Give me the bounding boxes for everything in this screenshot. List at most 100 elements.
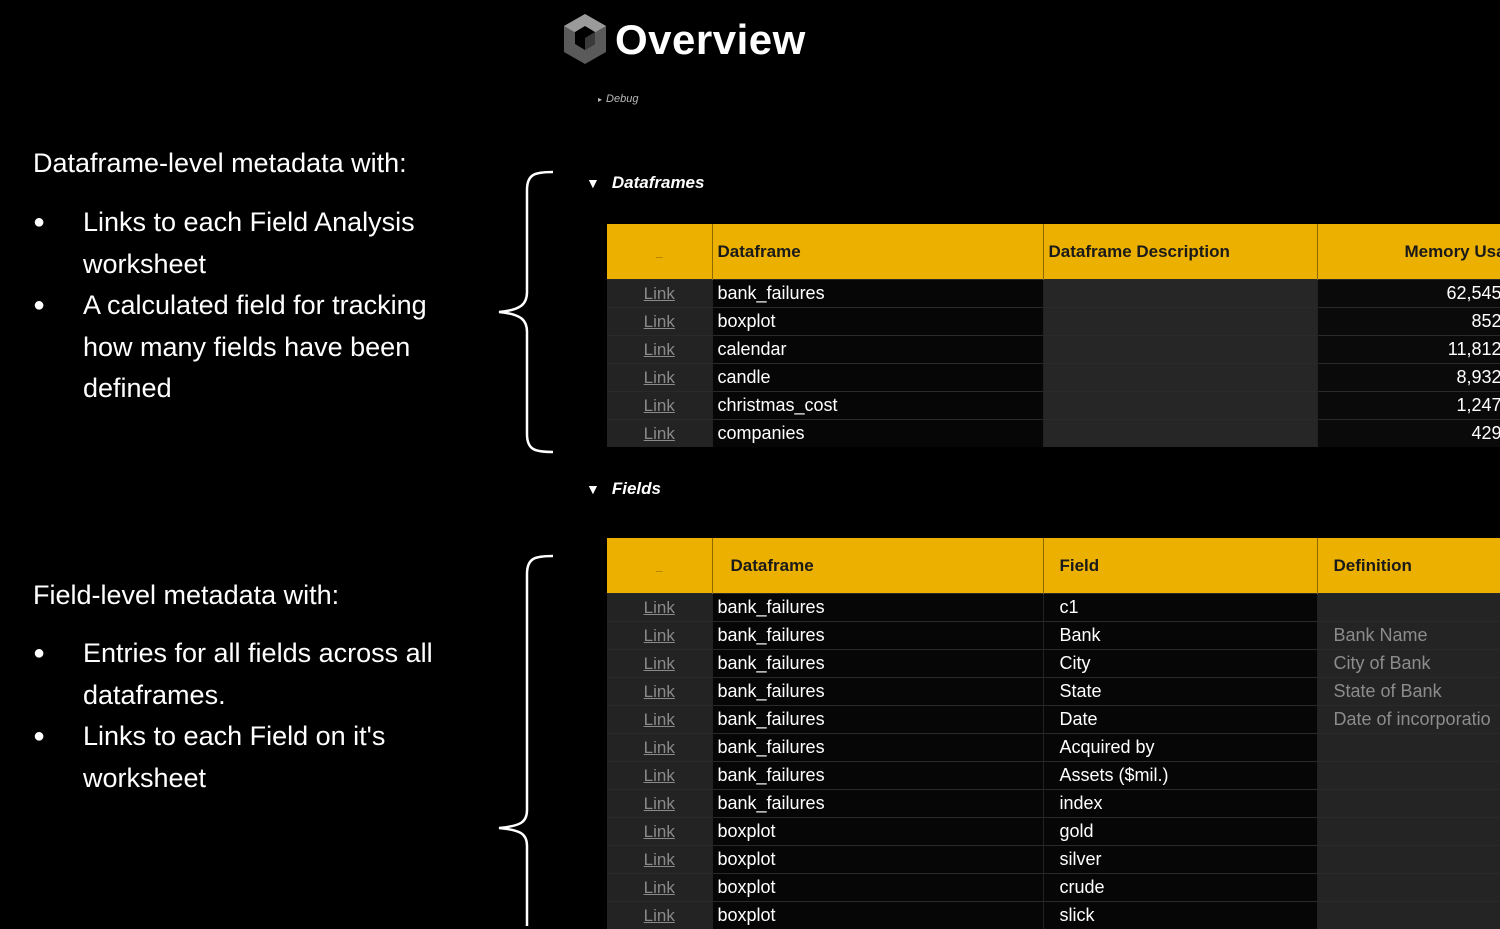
page-title: Overview bbox=[615, 16, 806, 64]
dataframe-cell[interactable]: bank_failures bbox=[712, 678, 1043, 706]
definition-cell[interactable] bbox=[1317, 846, 1500, 874]
dataframe-cell[interactable]: boxplot bbox=[712, 874, 1043, 902]
row-link[interactable]: Link bbox=[607, 846, 712, 874]
description-cell[interactable] bbox=[1043, 364, 1317, 392]
row-link[interactable]: Link bbox=[607, 678, 712, 706]
row-link[interactable]: Link bbox=[607, 336, 712, 364]
dataframe-cell[interactable]: bank_failures bbox=[712, 280, 1043, 308]
dataframe-cell[interactable]: bank_failures bbox=[712, 706, 1043, 734]
dataframes-table: _ Dataframe Dataframe Description Memory… bbox=[607, 224, 1500, 447]
field-note-heading: Field-level metadata with: bbox=[33, 580, 339, 611]
field-note-bullet: Links to each Field on it's worksheet bbox=[33, 716, 453, 799]
column-header[interactable]: Definition bbox=[1317, 538, 1500, 594]
definition-cell[interactable] bbox=[1317, 594, 1500, 622]
field-cell[interactable]: Bank bbox=[1043, 622, 1317, 650]
column-header[interactable]: _ bbox=[607, 224, 712, 280]
table-row: Linkbank_failuresCityCity of Bank bbox=[607, 650, 1500, 678]
definition-cell[interactable]: State of Bank bbox=[1317, 678, 1500, 706]
column-header[interactable]: Dataframe bbox=[712, 224, 1043, 280]
row-link[interactable]: Link bbox=[607, 874, 712, 902]
memory-cell[interactable]: 8,932 bbox=[1317, 364, 1500, 392]
field-cell[interactable]: c1 bbox=[1043, 594, 1317, 622]
field-cell[interactable]: index bbox=[1043, 790, 1317, 818]
row-link[interactable]: Link bbox=[607, 650, 712, 678]
field-cell[interactable]: silver bbox=[1043, 846, 1317, 874]
dataframe-cell[interactable]: boxplot bbox=[712, 902, 1043, 929]
memory-cell[interactable]: 1,247 bbox=[1317, 392, 1500, 420]
description-cell[interactable] bbox=[1043, 336, 1317, 364]
row-link[interactable]: Link bbox=[607, 734, 712, 762]
caret-down-icon: ▼ bbox=[586, 481, 600, 497]
memory-cell[interactable]: 429 bbox=[1317, 420, 1500, 448]
dataframe-cell[interactable]: boxplot bbox=[712, 818, 1043, 846]
row-link[interactable]: Link bbox=[607, 364, 712, 392]
field-cell[interactable]: State bbox=[1043, 678, 1317, 706]
caret-down-icon: ▼ bbox=[586, 175, 600, 191]
row-link[interactable]: Link bbox=[607, 818, 712, 846]
table-header-row: _ Dataframe Dataframe Description Memory… bbox=[607, 224, 1500, 280]
dataframe-cell[interactable]: bank_failures bbox=[712, 762, 1043, 790]
dataframe-cell[interactable]: companies bbox=[712, 420, 1043, 448]
table-row: Linkboxplotsilver bbox=[607, 846, 1500, 874]
left-brace-icon bbox=[495, 552, 560, 926]
row-link[interactable]: Link bbox=[607, 280, 712, 308]
field-cell[interactable]: Date bbox=[1043, 706, 1317, 734]
memory-cell[interactable]: 11,812 bbox=[1317, 336, 1500, 364]
column-header[interactable]: Field bbox=[1043, 538, 1317, 594]
column-header[interactable]: Dataframe bbox=[712, 538, 1043, 594]
table-row: Linkcompanies 429 bbox=[607, 420, 1500, 448]
dataframe-cell[interactable]: boxplot bbox=[712, 308, 1043, 336]
definition-cell[interactable] bbox=[1317, 902, 1500, 929]
dataframe-cell[interactable]: bank_failures bbox=[712, 594, 1043, 622]
dataframe-cell[interactable]: bank_failures bbox=[712, 650, 1043, 678]
table-row: Linkbank_failuresAcquired by bbox=[607, 734, 1500, 762]
definition-cell[interactable]: City of Bank bbox=[1317, 650, 1500, 678]
field-cell[interactable]: gold bbox=[1043, 818, 1317, 846]
definition-cell[interactable] bbox=[1317, 734, 1500, 762]
column-header[interactable]: Memory Usage (I bbox=[1317, 224, 1500, 280]
dataframe-cell[interactable]: bank_failures bbox=[712, 734, 1043, 762]
debug-toggle[interactable]: ▸Debug bbox=[598, 93, 638, 105]
row-link[interactable]: Link bbox=[607, 762, 712, 790]
definition-cell[interactable]: Date of incorporatio bbox=[1317, 706, 1500, 734]
dataframe-cell[interactable]: christmas_cost bbox=[712, 392, 1043, 420]
row-link[interactable]: Link bbox=[607, 622, 712, 650]
column-header[interactable]: _ bbox=[607, 538, 712, 594]
dataframe-note-heading: Dataframe-level metadata with: bbox=[33, 148, 407, 179]
dataframe-cell[interactable]: boxplot bbox=[712, 846, 1043, 874]
definition-cell[interactable] bbox=[1317, 818, 1500, 846]
field-cell[interactable]: Acquired by bbox=[1043, 734, 1317, 762]
memory-cell[interactable]: 62,545 bbox=[1317, 280, 1500, 308]
dataframe-cell[interactable]: candle bbox=[712, 364, 1043, 392]
field-note-list: Entries for all fields across all datafr… bbox=[33, 633, 453, 799]
row-link[interactable]: Link bbox=[607, 420, 712, 448]
dataframes-section-toggle[interactable]: ▼ Dataframes bbox=[586, 173, 704, 193]
definition-cell[interactable] bbox=[1317, 790, 1500, 818]
dataframe-cell[interactable]: bank_failures bbox=[712, 790, 1043, 818]
field-cell[interactable]: Assets ($mil.) bbox=[1043, 762, 1317, 790]
definition-cell[interactable] bbox=[1317, 762, 1500, 790]
fields-section-label: Fields bbox=[612, 479, 661, 498]
table-row: Linkboxplot 852 bbox=[607, 308, 1500, 336]
field-cell[interactable]: slick bbox=[1043, 902, 1317, 929]
field-cell[interactable]: City bbox=[1043, 650, 1317, 678]
row-link[interactable]: Link bbox=[607, 308, 712, 336]
description-cell[interactable] bbox=[1043, 308, 1317, 336]
row-link[interactable]: Link bbox=[607, 790, 712, 818]
definition-cell[interactable] bbox=[1317, 874, 1500, 902]
row-link[interactable]: Link bbox=[607, 706, 712, 734]
dataframes-section-label: Dataframes bbox=[612, 173, 705, 192]
dataframe-cell[interactable]: calendar bbox=[712, 336, 1043, 364]
definition-cell[interactable]: Bank Name bbox=[1317, 622, 1500, 650]
row-link[interactable]: Link bbox=[607, 902, 712, 929]
row-link[interactable]: Link bbox=[607, 392, 712, 420]
description-cell[interactable] bbox=[1043, 420, 1317, 448]
dataframe-cell[interactable]: bank_failures bbox=[712, 622, 1043, 650]
column-header[interactable]: Dataframe Description bbox=[1043, 224, 1317, 280]
description-cell[interactable] bbox=[1043, 280, 1317, 308]
fields-section-toggle[interactable]: ▼ Fields bbox=[586, 479, 661, 499]
memory-cell[interactable]: 852 bbox=[1317, 308, 1500, 336]
field-cell[interactable]: crude bbox=[1043, 874, 1317, 902]
description-cell[interactable] bbox=[1043, 392, 1317, 420]
row-link[interactable]: Link bbox=[607, 594, 712, 622]
